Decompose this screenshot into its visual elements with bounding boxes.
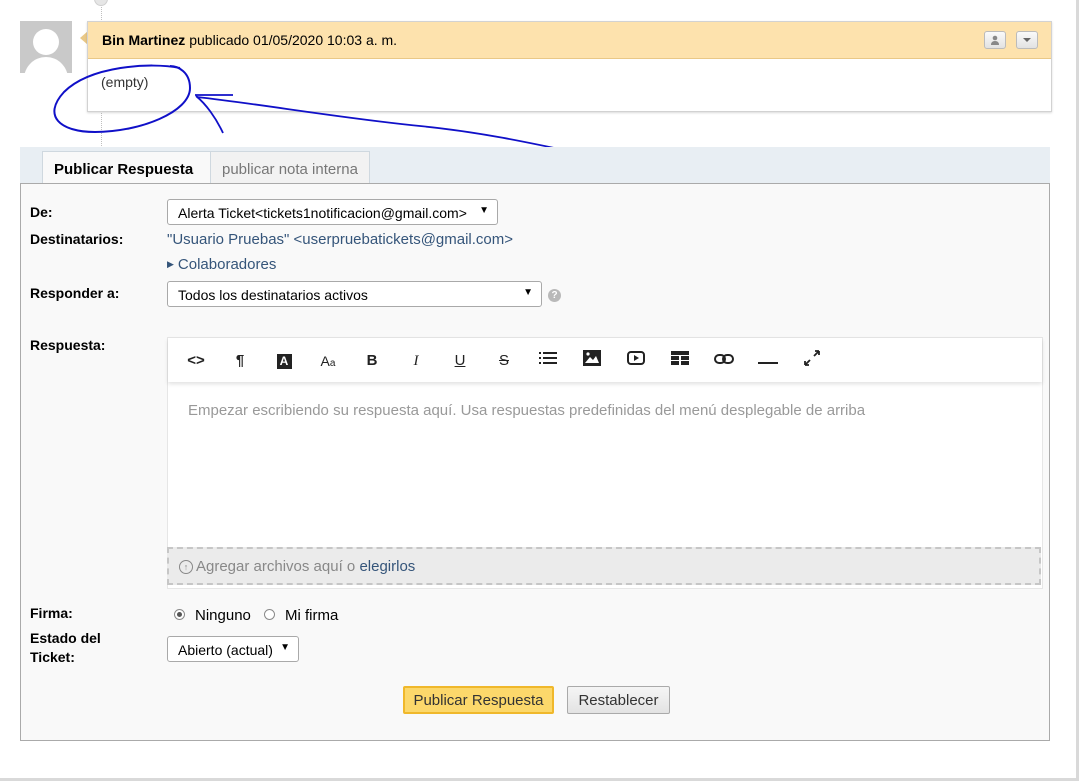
image-icon[interactable] — [580, 350, 604, 372]
signature-option-none: Ninguno — [195, 607, 251, 624]
status-label-line2: Ticket: — [30, 649, 75, 665]
thread-entry: Bin Martinez publicado 01/05/2020 10:03 a… — [87, 21, 1052, 112]
file-dropzone[interactable]: ↑ Agregar archivos aquí o elegirlos — [167, 547, 1041, 585]
from-label: De: — [30, 204, 53, 220]
reply-to-label: Responder a: — [30, 285, 120, 301]
recipients-label: Destinatarios: — [30, 231, 124, 247]
signature-label: Firma: — [30, 605, 73, 621]
dropdown-arrow-icon: ▼ — [280, 642, 290, 653]
horizontal-rule-icon[interactable] — [756, 350, 780, 372]
upload-arrow-icon: ↑ — [179, 560, 193, 574]
signature-option-mine: Mi firma — [285, 607, 339, 624]
video-icon[interactable] — [624, 350, 648, 372]
code-view-icon[interactable]: <> — [184, 350, 208, 372]
italic-icon[interactable]: I — [404, 350, 428, 372]
user-icon[interactable] — [984, 31, 1006, 49]
dropzone-text: Agregar archivos aquí o — [196, 558, 356, 575]
tab-internal-note[interactable]: publicar nota interna — [210, 151, 370, 183]
reply-to-select-value: Todos los destinatarios activos — [178, 287, 368, 303]
font-color-icon[interactable]: A — [272, 350, 296, 372]
avatar — [20, 21, 72, 73]
help-icon[interactable]: ? — [548, 289, 561, 302]
from-select-value: Alerta Ticket<tickets1notificacion@gmail… — [178, 205, 467, 221]
post-reply-button[interactable]: Publicar Respuesta — [403, 686, 554, 714]
paragraph-icon[interactable]: ¶ — [228, 350, 252, 372]
bold-icon[interactable]: B — [360, 350, 384, 372]
reset-button[interactable]: Restablecer — [567, 686, 670, 714]
avatar-shoulders — [24, 57, 68, 73]
link-icon[interactable] — [712, 350, 736, 372]
strikethrough-icon[interactable]: S — [492, 350, 516, 372]
table-icon[interactable] — [668, 350, 692, 372]
signature-radio-mine[interactable] — [264, 609, 275, 620]
status-label-line1: Estado del — [30, 630, 101, 646]
poster-name: Bin Martinez — [102, 32, 186, 48]
dropdown-arrow-icon: ▼ — [523, 287, 533, 298]
reply-form-panel: De: Alerta Ticket<tickets1notificacion@g… — [20, 183, 1050, 741]
underline-icon[interactable]: U — [448, 350, 472, 372]
ticket-status-value: Abierto (actual) — [178, 642, 273, 658]
list-icon[interactable] — [536, 350, 560, 372]
avatar-head — [33, 29, 59, 55]
collaborators-toggle[interactable]: ▶ Colaboradores — [167, 256, 276, 273]
dropdown-arrow-icon: ▼ — [479, 205, 489, 216]
response-label: Respuesta: — [30, 337, 106, 353]
thread-entry-header: Bin Martinez publicado 01/05/2020 10:03 a… — [88, 22, 1051, 59]
published-date: publicado 01/05/2020 10:03 a. m. — [189, 32, 398, 48]
editor-placeholder[interactable]: Empezar escribiendo su respuesta aquí. U… — [188, 402, 865, 419]
recipients-value[interactable]: "Usuario Pruebas" <userpruebatickets@gma… — [167, 231, 513, 248]
reply-tabs-bar: Publicar Respuesta publicar nota interna — [20, 147, 1050, 185]
ticket-status-select[interactable]: Abierto (actual) ▼ — [167, 636, 299, 662]
choose-files-link[interactable]: elegirlos — [359, 558, 415, 575]
editor-toolbar: <> ¶ A Aa B I U S — [168, 338, 1042, 382]
chevron-down-icon[interactable] — [1016, 31, 1038, 49]
collaborators-label: Colaboradores — [177, 256, 277, 273]
caret-right-icon: ▶ — [167, 259, 174, 269]
fullscreen-icon[interactable] — [800, 350, 824, 372]
reply-to-select[interactable]: Todos los destinatarios activos ▼ — [167, 281, 542, 307]
signature-radio-none[interactable] — [174, 609, 185, 620]
thread-entry-body: (empty) — [101, 74, 149, 90]
font-size-icon[interactable]: Aa — [316, 350, 340, 372]
tab-post-reply[interactable]: Publicar Respuesta — [42, 151, 226, 185]
from-select[interactable]: Alerta Ticket<tickets1notificacion@gmail… — [167, 199, 498, 225]
